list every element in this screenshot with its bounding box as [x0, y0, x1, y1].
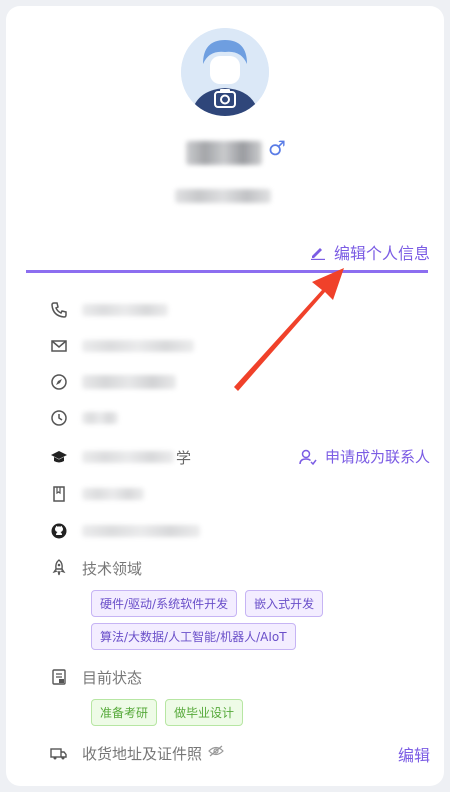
section-divider [26, 270, 428, 273]
tech-tags-row-2: 算法/大数据/人工智能/机器人/AIoT [91, 623, 296, 650]
age-value-redacted [82, 412, 118, 424]
github-icon [48, 520, 70, 542]
school-name-tail: 学 [176, 448, 192, 467]
tech-field-row: 技术领域 [48, 555, 142, 581]
graduation-cap-icon [48, 446, 70, 468]
rocket-icon [48, 557, 70, 579]
tech-tag[interactable]: 硬件/驱动/系统软件开发 [91, 590, 238, 617]
mail-icon [48, 335, 70, 357]
compass-icon [48, 371, 70, 393]
phone-row [48, 297, 168, 323]
address-label: 收货地址及证件照 [82, 744, 203, 763]
book-icon [48, 483, 70, 505]
phone-icon [48, 299, 70, 321]
email-value-redacted [82, 340, 194, 352]
email-row [48, 333, 194, 359]
address-row: 收货地址及证件照 [48, 740, 224, 766]
clock-icon [48, 407, 70, 429]
user-name-redacted [186, 141, 262, 165]
school-value-redacted [82, 451, 174, 463]
tech-tag[interactable]: 嵌入式开发 [245, 590, 324, 617]
male-icon: ♂ [268, 136, 286, 160]
status-tag[interactable]: 做毕业设计 [165, 699, 244, 726]
major-row [48, 481, 144, 507]
github-row [48, 518, 200, 544]
apply-contact-label: 申请成为联系人 [324, 448, 430, 466]
avatar[interactable] [181, 28, 269, 116]
location-value-redacted [82, 375, 176, 389]
edit-profile-label: 编辑个人信息 [333, 244, 430, 263]
major-value-redacted [82, 488, 144, 500]
avatar-camera-icon [181, 28, 269, 116]
school-row: 学 [48, 444, 191, 470]
status-tag[interactable]: 准备考研 [91, 699, 158, 726]
address-edit-button[interactable]: 编辑 [398, 742, 430, 766]
pencil-icon [310, 248, 325, 260]
edit-profile-button[interactable]: 编辑个人信息 [310, 240, 430, 264]
status-row: 目前状态 [48, 664, 142, 690]
location-row [48, 369, 176, 395]
apply-contact-button[interactable]: 申请成为联系人 [299, 446, 430, 467]
tech-tags-row-1: 硬件/驱动/系统软件开发 嵌入式开发 [91, 590, 324, 617]
status-tags-row: 准备考研 做毕业设计 [91, 699, 244, 726]
phone-value-redacted [82, 304, 168, 316]
status-card-icon [48, 666, 70, 688]
user-name-row: ♂ [186, 136, 286, 168]
tech-tag[interactable]: 算法/大数据/人工智能/机器人/AIoT [91, 623, 296, 650]
user-subtitle-redacted [175, 189, 271, 203]
user-subtitle-row [175, 188, 271, 207]
eye-off-icon[interactable] [208, 745, 224, 761]
truck-icon [48, 742, 70, 764]
status-label: 目前状态 [82, 668, 143, 687]
github-value-redacted [82, 525, 200, 537]
add-contact-icon [299, 449, 317, 465]
age-row [48, 405, 118, 431]
tech-field-label: 技术领域 [82, 559, 143, 578]
